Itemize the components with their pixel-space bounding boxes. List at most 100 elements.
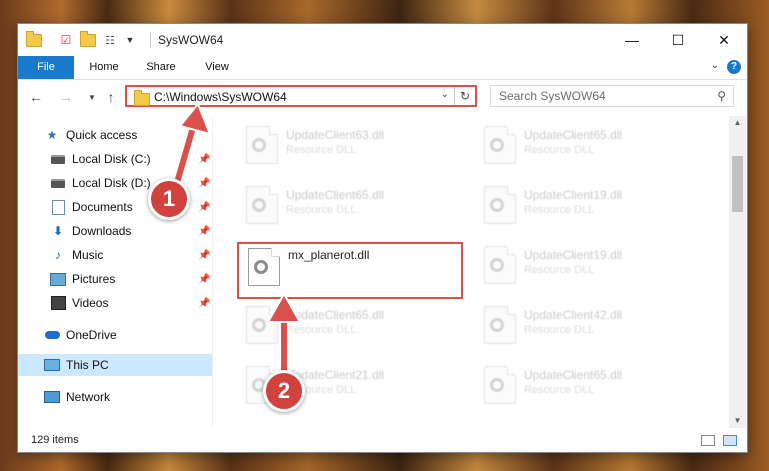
cloud-icon <box>44 327 60 343</box>
file-name: UpdateClient42.dll <box>524 308 623 322</box>
file-name: UpdateClient65.dll <box>524 128 623 142</box>
sidebar-item-label: Videos <box>72 296 109 310</box>
pictures-icon <box>50 271 66 287</box>
gear-icon <box>490 318 504 332</box>
star-icon: ★ <box>46 128 58 142</box>
sidebar-item-label: Network <box>66 390 111 404</box>
properties-icon[interactable]: ☑ <box>58 32 74 48</box>
download-icon: ⬇ <box>52 224 64 238</box>
file-name: UpdateClient65.dll <box>524 368 623 382</box>
folder-icon <box>134 90 150 106</box>
gear-icon <box>490 378 504 392</box>
gear-icon <box>252 198 266 212</box>
search-icon[interactable]: ⚲ <box>717 89 726 103</box>
file-explorer-window: ☑ ☷ ▼ SysWOW64 — ☐ ✕ File Home Share Vie… <box>18 24 747 452</box>
file-item[interactable]: UpdateClient19.dll Resource DLL <box>476 242 706 286</box>
sidebar-item-local-disk-d[interactable]: Local Disk (D:) <box>50 172 151 194</box>
customize-toolbar-icon[interactable]: ☷ <box>102 32 118 48</box>
recent-locations-icon[interactable]: ▼ <box>82 88 102 106</box>
sidebar-item-this-pc[interactable]: This PC <box>18 354 212 376</box>
tab-file[interactable]: File <box>18 56 74 79</box>
gear-icon <box>490 138 504 152</box>
file-item[interactable]: UpdateClient65.dll Resource DLL <box>476 362 706 406</box>
status-bar: 129 items <box>18 430 747 452</box>
forward-arrow-icon[interactable]: → <box>56 88 76 106</box>
ribbon-tabs: File Home Share View ⌄ ? <box>18 56 747 80</box>
large-icons-view-icon[interactable] <box>723 435 737 446</box>
scrollbar-thumb[interactable] <box>732 156 743 212</box>
navigation-bar: ← → ▼ ↑ C:\Windows\SysWOW64 ⌄ ↻ Search S… <box>18 80 747 114</box>
file-item[interactable]: UpdateClient63.dll Resource DLL <box>238 122 468 166</box>
item-count: 129 items <box>31 434 79 446</box>
pin-icon[interactable]: 📌 <box>198 274 210 285</box>
close-button[interactable]: ✕ <box>701 24 747 56</box>
music-icon: ♪ <box>55 248 61 262</box>
up-arrow-icon[interactable]: ↑ <box>101 88 121 106</box>
gear-icon <box>490 198 504 212</box>
sidebar-item-label: Pictures <box>72 272 116 286</box>
pin-icon[interactable]: 📌 <box>198 250 210 261</box>
file-type: Resource DLL <box>524 144 595 156</box>
sidebar-item-onedrive[interactable]: OneDrive <box>44 324 117 346</box>
file-item[interactable]: UpdateClient19.dll Resource DLL <box>476 182 706 226</box>
search-input[interactable]: Search SysWOW64 ⚲ <box>490 85 734 107</box>
document-icon <box>50 199 66 215</box>
expand-ribbon-icon[interactable]: ⌄ <box>711 60 719 71</box>
file-name: UpdateClient65.dll <box>286 188 385 202</box>
tab-view[interactable]: View <box>198 56 236 79</box>
maximize-button[interactable]: ☐ <box>655 24 701 56</box>
sidebar-item-pictures[interactable]: Pictures <box>50 268 115 290</box>
file-type: Resource DLL <box>524 264 595 276</box>
back-arrow-icon[interactable]: ← <box>26 88 46 106</box>
file-type: Resource DLL <box>524 384 595 396</box>
computer-icon <box>44 357 60 373</box>
sidebar-item-label: OneDrive <box>66 328 117 342</box>
sidebar-item-label: Music <box>72 248 104 262</box>
sidebar-item-label: Quick access <box>66 128 138 142</box>
pin-icon[interactable]: 📌 <box>198 226 210 237</box>
title-bar: ☑ ☷ ▼ SysWOW64 — ☐ ✕ <box>18 24 747 56</box>
new-folder-icon[interactable] <box>80 30 96 48</box>
tab-home[interactable]: Home <box>82 56 126 79</box>
folder-icon <box>26 30 42 48</box>
sidebar-item-music[interactable]: ♪ Music <box>50 244 103 266</box>
file-name: UpdateClient19.dll <box>524 248 623 262</box>
network-icon <box>44 389 60 405</box>
file-type: Resource DLL <box>286 144 357 156</box>
drive-icon <box>50 175 66 191</box>
details-view-icon[interactable] <box>701 435 715 446</box>
file-item[interactable]: UpdateClient65.dll Resource DLL <box>238 182 468 226</box>
scroll-down-icon[interactable]: ▼ <box>729 414 746 428</box>
gear-icon <box>490 258 504 272</box>
scroll-up-icon[interactable]: ▲ <box>729 116 746 130</box>
address-dropdown-icon[interactable]: ⌄ <box>441 89 449 100</box>
sidebar-item-videos[interactable]: Videos <box>50 292 108 314</box>
sidebar-item-documents[interactable]: Documents <box>50 196 133 218</box>
sidebar-item-label: Local Disk (C:) <box>72 152 151 166</box>
minimize-button[interactable]: — <box>609 24 655 56</box>
sidebar-item-network[interactable]: Network <box>44 386 110 408</box>
sidebar-item-label: Documents <box>72 200 133 214</box>
step-badge-2: 2 <box>263 370 305 412</box>
sidebar-item-downloads[interactable]: ⬇ Downloads <box>50 220 131 242</box>
help-icon[interactable]: ? <box>727 60 741 74</box>
toolbar-dropdown-icon[interactable]: ▼ <box>122 32 138 48</box>
file-type: Resource DLL <box>524 324 595 336</box>
file-item[interactable]: UpdateClient42.dll Resource DLL <box>476 302 706 346</box>
drive-icon <box>50 151 66 167</box>
refresh-icon[interactable]: ↻ <box>454 87 475 105</box>
window-title: SysWOW64 <box>158 33 224 47</box>
tab-share[interactable]: Share <box>140 56 182 79</box>
sidebar-item-local-disk-c[interactable]: Local Disk (C:) <box>50 148 151 170</box>
step-badge-1: 1 <box>148 178 190 220</box>
video-icon <box>50 295 66 311</box>
sidebar-item-label: Local Disk (D:) <box>72 176 151 190</box>
pin-icon[interactable]: 📌 <box>198 298 210 309</box>
file-item[interactable]: UpdateClient65.dll Resource DLL <box>476 122 706 166</box>
title-separator <box>150 33 151 47</box>
file-type: Resource DLL <box>286 204 357 216</box>
vertical-scrollbar[interactable]: ▲ ▼ <box>729 116 746 428</box>
gear-icon <box>252 138 266 152</box>
sidebar-item-quick-access[interactable]: ★ Quick access <box>44 124 138 146</box>
sidebar-item-label: This PC <box>66 358 109 372</box>
